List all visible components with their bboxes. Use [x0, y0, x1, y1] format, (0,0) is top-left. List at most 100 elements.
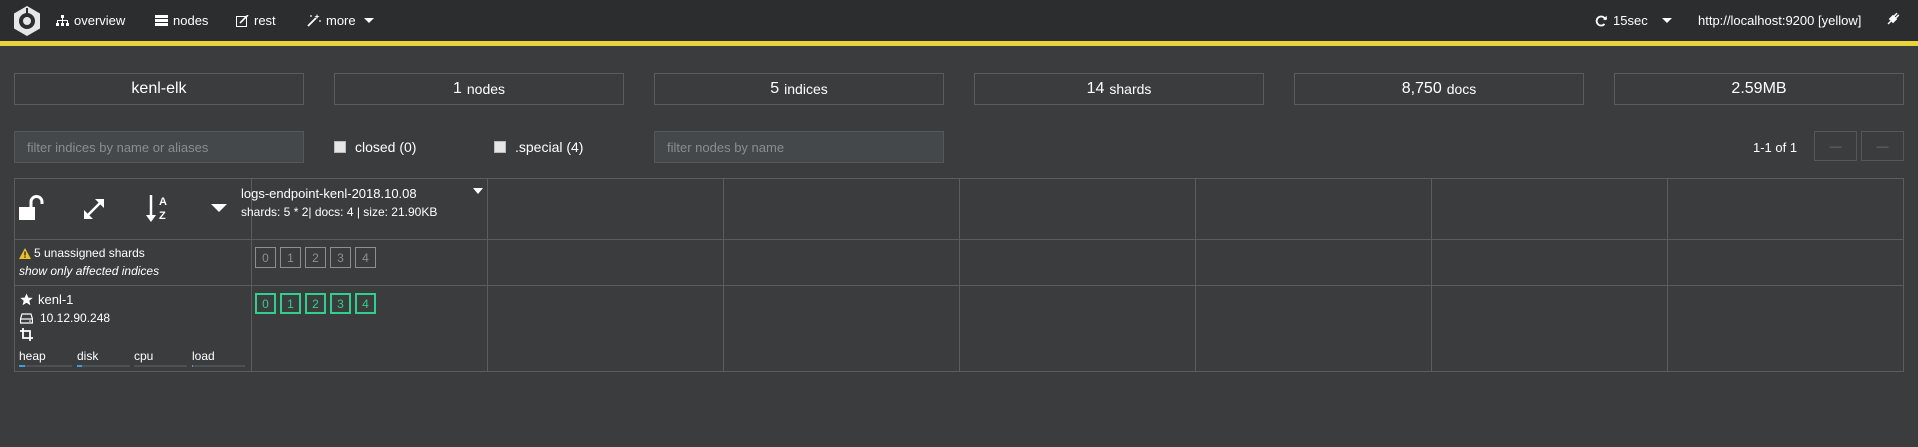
special-indices-label: .special (4) [515, 139, 584, 155]
started-shard[interactable]: 2 [305, 293, 326, 314]
heap-metric-bar [19, 365, 72, 367]
unassigned-shard[interactable]: 4 [355, 247, 376, 268]
grid-divider [487, 179, 488, 371]
checkbox-square[interactable] [334, 141, 346, 153]
hdd-icon [20, 312, 33, 324]
previous-icon: — [1829, 139, 1842, 153]
svg-text:A: A [159, 196, 167, 208]
load-metric-label: load [192, 349, 215, 363]
nav-overview-label: overview [74, 13, 126, 28]
index-name[interactable]: logs-endpoint-kenl-2018.10.08 [241, 186, 417, 201]
docs-count-box: 8,750 docs [1294, 73, 1584, 105]
indices-count-label: indices [784, 81, 828, 97]
node-ip-text: 10.12.90.248 [40, 311, 111, 325]
closed-indices-checkbox[interactable]: closed (0) [334, 131, 416, 163]
sort-alpha-icon[interactable]: A Z [146, 193, 174, 223]
chevron-down-icon [1661, 18, 1672, 23]
index-meta: shards: 5 * 2| docs: 4 | size: 21.90KB [241, 205, 438, 219]
index-menu-caret-icon[interactable] [473, 188, 483, 194]
next-icon: — [1876, 139, 1889, 153]
started-shard[interactable]: 4 [355, 293, 376, 314]
pagination-info: 1-1 of 1 [1753, 139, 1798, 155]
crop-icon [20, 328, 33, 341]
nav-overview[interactable]: overview [56, 0, 125, 41]
cpu-metric-bar [134, 365, 187, 367]
unassigned-shard[interactable]: 2 [305, 247, 326, 268]
expand-icon[interactable] [82, 197, 106, 221]
server-icon [155, 15, 168, 26]
magic-wand-icon [307, 14, 321, 27]
indices-count-box: 5 indices [654, 73, 944, 105]
node-name-text: kenl-1 [38, 292, 74, 307]
unassigned-shards-text: 5 unassigned shards [34, 246, 145, 260]
disk-metric-fill [77, 365, 82, 367]
shards-count-box: 14 shards [974, 73, 1264, 105]
svg-text:Z: Z [159, 210, 166, 222]
sitemap-icon [56, 14, 69, 27]
checkbox-square[interactable] [494, 141, 506, 153]
previous-page-button[interactable]: — [1814, 131, 1857, 161]
nav-rest[interactable]: rest [236, 0, 276, 41]
disk-metric-label: disk [77, 349, 99, 363]
node-name[interactable]: kenl-1 [20, 292, 73, 307]
nodes-count-label: nodes [466, 81, 506, 97]
cluster-url: http://localhost:9200 [yellow] [1698, 13, 1862, 28]
shards-count: 14 [1086, 80, 1105, 97]
nav-nodes-label: nodes [173, 13, 209, 28]
warning-icon [19, 247, 31, 259]
started-shard[interactable]: 0 [255, 293, 276, 314]
nav-more-label: more [326, 13, 356, 28]
refresh-interval-dropdown[interactable]: 15sec [1595, 0, 1672, 41]
nodes-count-box: 1 nodes [334, 73, 624, 105]
node-ip: 10.12.90.248 [20, 311, 110, 325]
grid-divider [1195, 179, 1196, 371]
started-shard[interactable]: 1 [280, 293, 301, 314]
chevron-down-icon [363, 18, 374, 23]
load-metric-fill [192, 365, 193, 367]
cluster-status-stripe [0, 41, 1918, 46]
unassigned-shard[interactable]: 3 [330, 247, 351, 268]
heap-metric-label: heap [19, 349, 46, 363]
indices-count: 5 [770, 80, 780, 97]
plug-icon [1886, 12, 1900, 29]
unassigned-shards-notice: 5 unassigned shards [19, 246, 145, 260]
star-icon [20, 293, 33, 306]
started-shard[interactable]: 3 [330, 293, 351, 314]
cluster-size: 2.59MB [1731, 80, 1787, 97]
nav-rest-label: rest [254, 13, 276, 28]
grid-divider [1431, 179, 1432, 371]
size-box: 2.59MB [1614, 73, 1904, 105]
cluster-name-box: kenl-elk [14, 73, 304, 105]
refresh-icon [1595, 15, 1607, 27]
show-affected-indices-link[interactable]: show only affected indices [19, 264, 159, 278]
nav-more-dropdown[interactable]: more [307, 0, 374, 41]
shards-count-label: shards [1109, 81, 1152, 97]
unassigned-shard[interactable]: 0 [255, 247, 276, 268]
filter-nodes-input[interactable] [654, 131, 944, 163]
grid-divider [1667, 179, 1668, 371]
grid-divider [959, 179, 960, 371]
cpu-metric-label: cpu [134, 349, 154, 363]
navbar: overview nodes rest more 15sec http://lo… [0, 0, 1918, 41]
caret-down-icon[interactable] [210, 203, 228, 213]
closed-indices-label: closed (0) [355, 139, 417, 155]
cluster-connection[interactable]: http://localhost:9200 [yellow] [1698, 0, 1861, 41]
next-page-button[interactable]: — [1861, 131, 1904, 161]
special-indices-checkbox[interactable]: .special (4) [494, 131, 583, 163]
docs-count-label: docs [1446, 81, 1477, 97]
load-metric-bar [192, 365, 245, 367]
disk-metric-bar [77, 365, 130, 367]
cluster-name: kenl-elk [131, 80, 187, 97]
nav-nodes[interactable]: nodes [155, 0, 208, 41]
heap-metric-fill [19, 365, 25, 367]
unlock-icon[interactable] [18, 195, 46, 221]
cerebro-logo-icon[interactable] [12, 5, 42, 37]
grid-divider [723, 179, 724, 371]
filter-indices-input[interactable] [14, 131, 304, 163]
docs-count: 8,750 [1401, 80, 1442, 97]
edit-icon [236, 14, 249, 27]
disconnect-button[interactable] [1886, 0, 1900, 41]
refresh-interval-label: 15sec [1613, 13, 1648, 28]
unassigned-shard[interactable]: 1 [280, 247, 301, 268]
nodes-count: 1 [452, 80, 462, 97]
